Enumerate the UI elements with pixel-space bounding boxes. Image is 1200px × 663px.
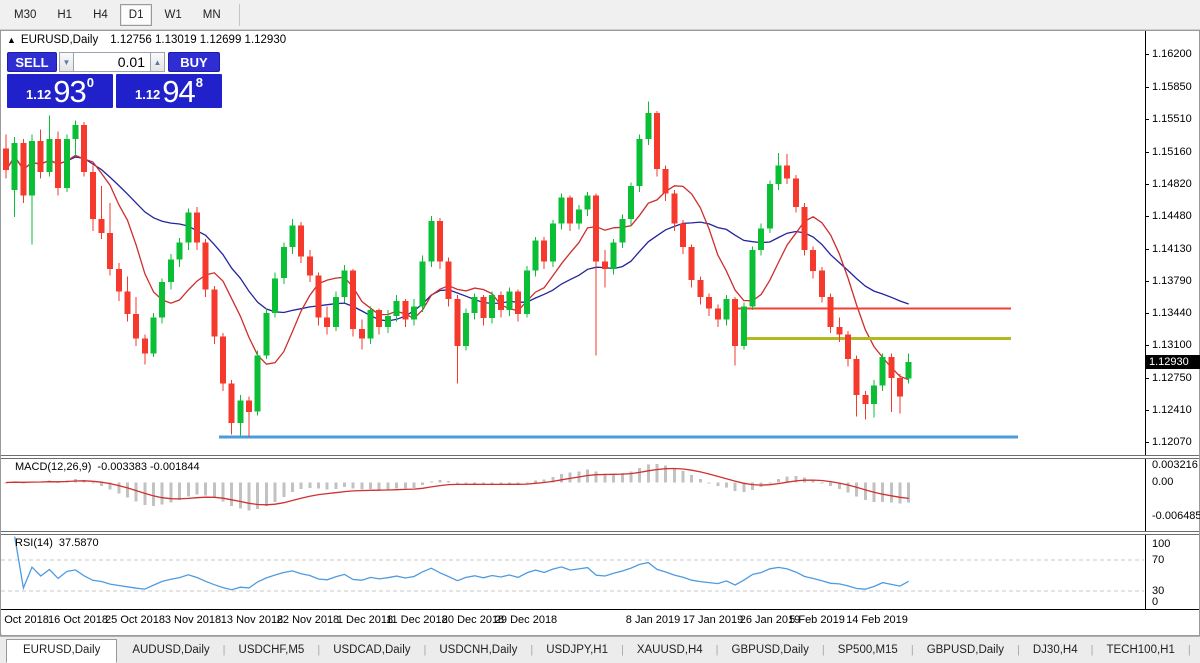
chart-tab-usdcnh-daily[interactable]: USDCNH,Daily	[426, 640, 530, 660]
current-price-tag: 1.12930	[1146, 354, 1200, 369]
timeframe-button-h1[interactable]: H1	[48, 4, 81, 26]
macd-axis-label: 0.003216	[1152, 459, 1198, 472]
timeframe-button-h4[interactable]: H4	[84, 4, 117, 26]
macd-label: MACD(12,26,9) -0.003383 -0.001844	[15, 461, 200, 473]
buy-price-pipette: 8	[195, 75, 204, 90]
one-click-trading-panel: SELL ▼ ▲ BUY 1.12 93	[7, 52, 225, 108]
chart-tab-gbpusd-daily[interactable]: GBPUSD,Daily	[719, 640, 822, 660]
price-chart-plot[interactable]: ▲ EURUSD,Daily 1.12756 1.13019 1.12699 1…	[1, 31, 1145, 455]
date-axis[interactable]: 6 Oct 201816 Oct 201825 Oct 20183 Nov 20…	[1, 609, 1199, 633]
price-axis-label: 1.12410	[1146, 404, 1192, 417]
price-axis-label: 1.15510	[1146, 113, 1192, 126]
rsi-label: RSI(14) 37.5870	[15, 537, 99, 549]
price-axis-label: 1.13100	[1146, 339, 1192, 352]
rsi-axis-label: 70	[1152, 554, 1165, 566]
sell-price-big-digits: 93	[53, 74, 86, 110]
price-axis: 1.16200 1.15850 1.15510 1.15160 1.14820 1.144…	[1145, 31, 1200, 455]
toolbar-separator	[238, 3, 240, 26]
chevron-down-icon: ▼	[62, 57, 71, 67]
buy-price-box[interactable]: 1.12 94 8	[116, 74, 222, 108]
price-axis-label: 1.14480	[1146, 210, 1192, 223]
buy-price-big-digits: 94	[162, 74, 195, 110]
rsi-axis: 100 70 30 0	[1145, 535, 1199, 609]
rsi-plot[interactable]: RSI(14) 37.5870	[1, 535, 1145, 609]
chart-tab-sp500-m15[interactable]: SP500,M15	[825, 640, 911, 660]
chevron-up-icon: ▲	[153, 57, 162, 67]
timeframe-button-m30[interactable]: M30	[5, 4, 45, 26]
chart-window: ▲ EURUSD,Daily 1.12756 1.13019 1.12699 1…	[0, 30, 1200, 636]
sell-price-prefix: 1.12	[25, 87, 52, 102]
sell-price-box[interactable]: 1.12 93 0	[7, 74, 113, 108]
chart-ohlc-values: 1.12756 1.13019 1.12699 1.12930	[110, 34, 287, 46]
timeframe-button-w1[interactable]: W1	[155, 4, 190, 26]
price-axis-label: 1.12750	[1146, 372, 1192, 385]
chart-tab-bar: EURUSD,Daily AUDUSD,Daily | USDCHF,M5 | USDCA…	[0, 636, 1200, 663]
price-axis-label: 1.14820	[1146, 178, 1192, 191]
rsi-axis-label: 0	[1152, 596, 1159, 608]
price-axis-label: 1.16200	[1146, 48, 1192, 61]
chart-tab-dj30-h4[interactable]: DJ30,H4	[1020, 640, 1091, 660]
chart-tab-usdchf-m5[interactable]: USDCHF,M5	[226, 640, 318, 660]
chart-tab-tech100-h1[interactable]: TECH100,H1	[1093, 640, 1187, 660]
sell-price-pipette: 0	[86, 75, 95, 90]
macd-axis: 0.003216 0.00 -0.006485	[1145, 459, 1200, 531]
chart-tab-xauusd-h4[interactable]: XAUUSD,H4	[624, 640, 716, 660]
buy-button[interactable]: BUY	[168, 52, 220, 72]
rsi-canvas[interactable]	[1, 535, 1144, 609]
macd-plot[interactable]: MACD(12,26,9) -0.003383 -0.001844	[1, 459, 1145, 531]
price-axis-label: 1.12070	[1146, 436, 1192, 449]
chart-symbol-label: EURUSD,Daily	[20, 34, 99, 46]
volume-increase-button[interactable]: ▲	[150, 52, 165, 72]
date-axis-label: 29 Dec 2018	[494, 614, 558, 626]
chart-tab-usdjpy-h1[interactable]: USDJPY,H1	[533, 640, 621, 660]
chart-tab-audusd-daily[interactable]: AUDUSD,Daily	[119, 640, 222, 660]
chart-title: ▲ EURUSD,Daily 1.12756 1.13019 1.12699 1…	[7, 34, 286, 46]
price-axis-label: 1.15850	[1146, 81, 1192, 94]
chart-tab-usdcad-daily[interactable]: USDCAD,Daily	[320, 640, 423, 660]
chart-tab-eurusd-daily[interactable]: EURUSD,Daily	[6, 639, 118, 663]
chart-tab-gbpusd-daily[interactable]: GBPUSD,Daily	[914, 640, 1017, 660]
price-axis-label: 1.15160	[1146, 146, 1192, 159]
volume-input[interactable]	[74, 52, 150, 72]
collapse-arrow-icon[interactable]: ▲	[7, 35, 16, 45]
macd-axis-label: 0.00	[1152, 475, 1174, 488]
sell-button[interactable]: SELL	[7, 52, 57, 72]
volume-decrease-button[interactable]: ▼	[59, 52, 74, 72]
timeframe-button-mn[interactable]: MN	[194, 4, 230, 26]
macd-axis-label: -0.006485	[1152, 509, 1200, 522]
timeframe-button-d1[interactable]: D1	[119, 3, 153, 26]
buy-price-prefix: 1.12	[134, 87, 161, 102]
timeframe-toolbar: M30 H1 H4 D1 W1 MN	[0, 0, 1200, 30]
chart-tab-u[interactable]: U	[1191, 640, 1200, 660]
price-axis-label: 1.13790	[1146, 275, 1192, 288]
rsi-axis-label: 100	[1152, 538, 1171, 550]
date-axis-label: 14 Feb 2019	[846, 614, 908, 626]
price-axis-label: 1.14130	[1146, 243, 1192, 256]
mt4-terminal: M30 H1 H4 D1 W1 MN ▲ EURUSD,Daily 1.12756 1.1…	[0, 0, 1200, 663]
price-axis-label: 1.13440	[1146, 307, 1192, 320]
